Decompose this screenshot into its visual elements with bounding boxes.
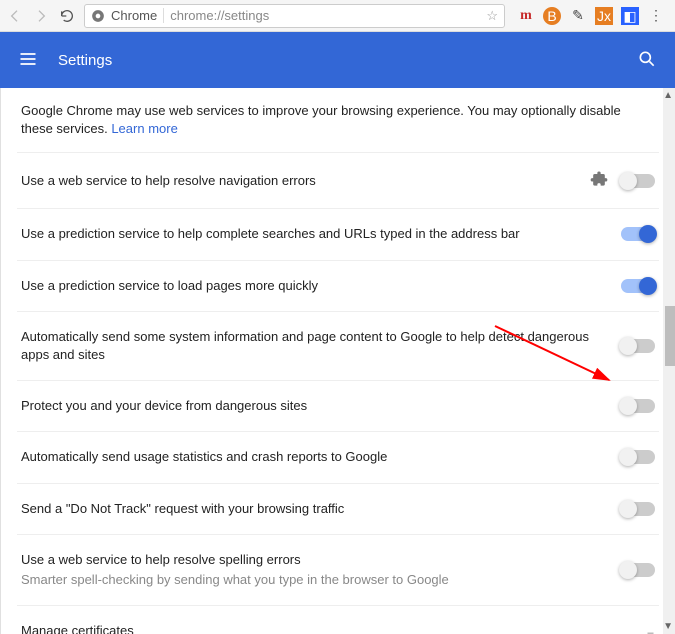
setting-row-spelling: Use a web service to help resolve spelli… [17,534,659,605]
setting-label: Manage certificates Manage HTTPS/SSL cer… [21,622,625,634]
setting-row-certificates[interactable]: Manage certificates Manage HTTPS/SSL cer… [17,605,659,634]
setting-label: Protect you and your device from dangero… [21,397,609,415]
toggle-safe-browsing[interactable] [621,399,655,413]
setting-row-nav-errors: Use a web service to help resolve naviga… [17,152,659,208]
page-title: Settings [58,52,617,69]
setting-label: Automatically send some system informati… [21,328,609,364]
extension-swoosh-icon[interactable]: ✎ [569,7,587,25]
setting-label: Use a web service to help resolve naviga… [21,172,577,190]
search-icon[interactable] [637,49,657,72]
back-button[interactable] [6,7,24,25]
setting-label: Send a "Do Not Track" request with your … [21,500,609,518]
extension-jx-icon[interactable]: Jx [595,7,613,25]
certs-label: Manage certificates [21,622,625,634]
toggle-do-not-track[interactable] [621,502,655,516]
setting-label-text: Use a web service to help resolve spelli… [21,551,609,569]
setting-label: Automatically send usage statistics and … [21,448,609,466]
chrome-menu-icon[interactable]: ⋮ [647,7,665,25]
scroll-up-icon[interactable]: ▲ [663,90,673,101]
setting-sublabel: Smarter spell-checking by sending what y… [21,571,609,589]
reload-button[interactable] [58,7,76,25]
toggle-usage-stats[interactable] [621,450,655,464]
learn-more-link[interactable]: Learn more [111,121,177,136]
browser-chrome-bar: Chrome chrome://settings ☆ m B ✎ Jx ◧ ⋮ [0,0,675,32]
forward-button[interactable] [32,7,50,25]
toggle-prediction-pages[interactable] [621,279,655,293]
toggle-send-system-info[interactable] [621,339,655,353]
setting-row-send-system-info: Automatically send some system informati… [17,311,659,380]
settings-header: Settings [0,32,675,88]
menu-icon[interactable] [18,49,38,72]
setting-row-safe-browsing: Protect you and your device from dangero… [17,380,659,431]
extension-icons: m B ✎ Jx ◧ ⋮ [513,7,669,25]
setting-row-prediction-pages: Use a prediction service to load pages m… [17,260,659,311]
extension-b-icon[interactable]: B [543,7,561,25]
address-bar[interactable]: Chrome chrome://settings ☆ [84,4,505,28]
setting-row-usage-stats: Automatically send usage statistics and … [17,431,659,482]
extension-bookmark-icon[interactable]: ◧ [621,7,639,25]
toggle-prediction-search[interactable] [621,227,655,241]
chrome-icon [91,9,105,23]
setting-row-prediction-search: Use a prediction service to help complet… [17,208,659,259]
extension-m-icon[interactable]: m [517,7,535,25]
scroll-down-icon[interactable]: ▼ [663,621,673,632]
omnibox-url: chrome://settings [170,8,480,23]
intro-text: Google Chrome may use web services to im… [17,88,659,152]
setting-label: Use a web service to help resolve spelli… [21,551,609,589]
bookmark-star-icon[interactable]: ☆ [486,8,498,24]
settings-content: Google Chrome may use web services to im… [1,88,675,634]
setting-row-do-not-track: Send a "Do Not Track" request with your … [17,483,659,534]
extension-puzzle-icon [589,169,609,192]
omnibox-app-label: Chrome [111,8,164,23]
setting-label: Use a prediction service to load pages m… [21,277,609,295]
toggle-nav-errors[interactable] [621,174,655,188]
setting-label: Use a prediction service to help complet… [21,225,609,243]
scrollbar-thumb[interactable] [665,306,675,366]
toggle-spelling[interactable] [621,563,655,577]
